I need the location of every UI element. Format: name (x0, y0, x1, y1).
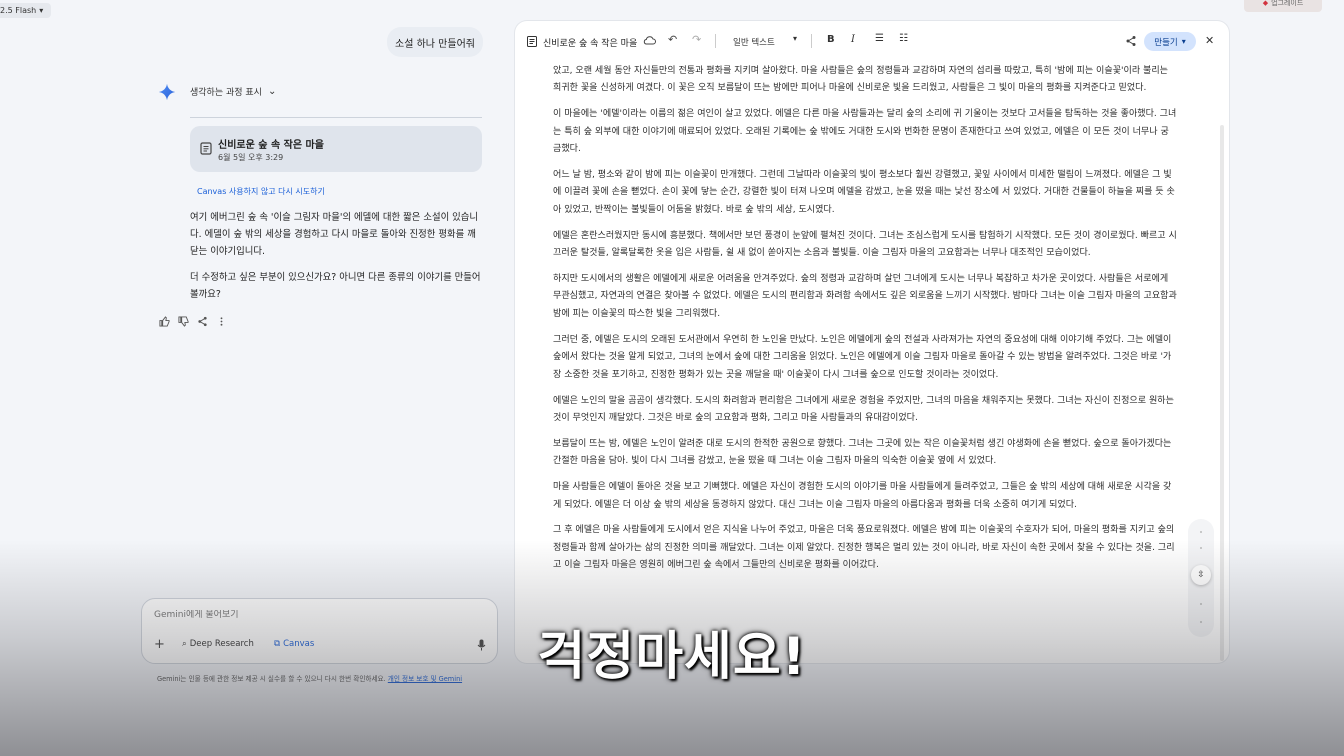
undo-icon[interactable]: ↶ (668, 33, 677, 46)
story-paragraph: 그러던 중, 에델은 도시의 오래된 도서관에서 우연히 한 노인을 만났다. … (553, 334, 1172, 380)
upgrade-label: 업그레이드 (1271, 0, 1304, 7)
chevron-down-icon: ▾ (39, 6, 44, 15)
bold-icon[interactable]: B (827, 34, 835, 45)
story-paragraph: 보름달이 뜨는 밤, 에델은 노인이 알려준 대로 도시의 한적한 공원으로 향… (553, 438, 1172, 467)
share-icon[interactable] (1125, 35, 1137, 47)
retry-without-canvas-link[interactable]: Canvas 사용하지 않고 다시 시도하기 (197, 186, 325, 197)
make-button[interactable]: 만들기 ▾ (1144, 32, 1196, 51)
upgrade-button[interactable]: ◆ 업그레이드 (1244, 0, 1322, 12)
story-paragraph: 어느 날 밤, 평소와 같이 밤에 피는 이슬꽃이 만개했다. 그런데 그날따라… (553, 170, 1175, 215)
user-message: 소설 하나 만들어줘 (387, 27, 483, 57)
canvas-doc-card[interactable]: 신비로운 숲 속 작은 마을 6월 5일 오후 3:29 (190, 126, 482, 172)
nav-dot (1200, 603, 1202, 605)
assistant-answer: 여기 에버그린 숲 속 '이슬 그림자 마을'의 에델에 대한 짧은 소설이 있… (190, 209, 482, 312)
redo-icon[interactable]: ↷ (692, 33, 701, 46)
more-vert-icon[interactable] (216, 316, 227, 327)
close-icon[interactable]: ✕ (1205, 34, 1214, 47)
doc-card-date: 6월 5일 오후 3:29 (218, 153, 284, 162)
toolbar-divider (811, 34, 812, 48)
gemini-star-icon (158, 83, 176, 101)
document-icon (200, 142, 212, 155)
story-paragraph: 마을 사람들은 에델이 돌아온 것을 보고 기뻐했다. 에델은 자신이 경험한 … (553, 482, 1172, 510)
numbered-list-icon[interactable]: ☷ (899, 33, 908, 44)
make-button-label: 만들기 (1154, 37, 1178, 48)
italic-icon[interactable]: I (851, 34, 855, 45)
story-paragraph: 았고, 오랜 세월 동안 자신들만의 전통과 평화를 지키며 살아왔다. 마을 … (553, 66, 1168, 94)
nav-dot (1200, 547, 1202, 549)
thumbs-up-icon[interactable] (159, 316, 170, 327)
document-icon (527, 36, 537, 47)
nav-dot (1200, 531, 1202, 533)
story-paragraph: 에델은 혼란스러웠지만 동시에 흥분했다. 책에서만 보던 풍경이 눈앞에 펼쳐… (553, 230, 1177, 259)
jump-icon[interactable]: ⇳ (1191, 565, 1211, 585)
thinking-label: 생각하는 과정 표시 (190, 88, 262, 98)
answer-paragraph: 여기 에버그린 숲 속 '이슬 그림자 마을'의 에델에 대한 짧은 소설이 있… (190, 212, 479, 257)
show-thinking-toggle[interactable]: 생각하는 과정 표시 ⌄ (190, 85, 276, 98)
canvas-panel: 신비로운 숲 속 작은 마을 ↶ ↷ 일반 텍스트 ▾ B I ☰ ☷ 만들기 … (515, 21, 1229, 663)
video-subtitle: 걱정마세요! (537, 627, 807, 687)
answer-paragraph: 더 수정하고 싶은 부분이 있으신가요? 아니면 다른 종류의 이야기를 만들어… (190, 272, 481, 300)
story-paragraph: 하지만 도시에서의 생활은 에델에게 새로운 어려움을 안겨주었다. 숲의 정령… (553, 274, 1177, 319)
response-actions (159, 316, 227, 327)
share-icon[interactable] (197, 316, 208, 327)
diamond-icon: ◆ (1262, 0, 1269, 7)
toolbar-divider (715, 34, 716, 48)
canvas-toolbar: 신비로운 숲 속 작은 마을 ↶ ↷ 일반 텍스트 ▾ B I ☰ ☷ 만들기 … (515, 21, 1229, 61)
divider (190, 117, 482, 118)
story-paragraph: 이 마을에는 '에델'이라는 이름의 젊은 여인이 살고 있었다. 에델은 다른… (553, 109, 1177, 155)
text-style-select[interactable]: 일반 텍스트 (733, 36, 775, 48)
doc-card-title: 신비로운 숲 속 작은 마을 (218, 140, 324, 151)
cloud-saved-icon (643, 36, 656, 45)
bulleted-list-icon[interactable]: ☰ (875, 33, 884, 44)
canvas-doc-title: 신비로운 숲 속 작은 마을 (543, 39, 638, 49)
story-content[interactable]: 았고, 오랜 세월 동안 자신들만의 전통과 평화를 지키며 살아왔다. 마을 … (553, 63, 1177, 583)
story-paragraph: 에델은 노인의 말을 곰곰이 생각했다. 도시의 화려함과 편리함은 그녀에게 … (553, 395, 1174, 423)
story-paragraph: 그 후 에델은 마을 사람들에게 도시에서 얻은 지식을 나누어 주었고, 마을… (553, 525, 1175, 571)
model-selector[interactable]: 2.5 Flash ▾ (0, 3, 52, 18)
chevron-down-icon: ⌄ (267, 86, 277, 97)
model-selector-label: 2.5 Flash (0, 6, 37, 15)
scrollbar[interactable] (1220, 125, 1224, 661)
thumbs-down-icon[interactable] (178, 316, 189, 327)
chevron-down-icon[interactable]: ▾ (793, 34, 797, 43)
chevron-down-icon: ▾ (1181, 37, 1186, 46)
